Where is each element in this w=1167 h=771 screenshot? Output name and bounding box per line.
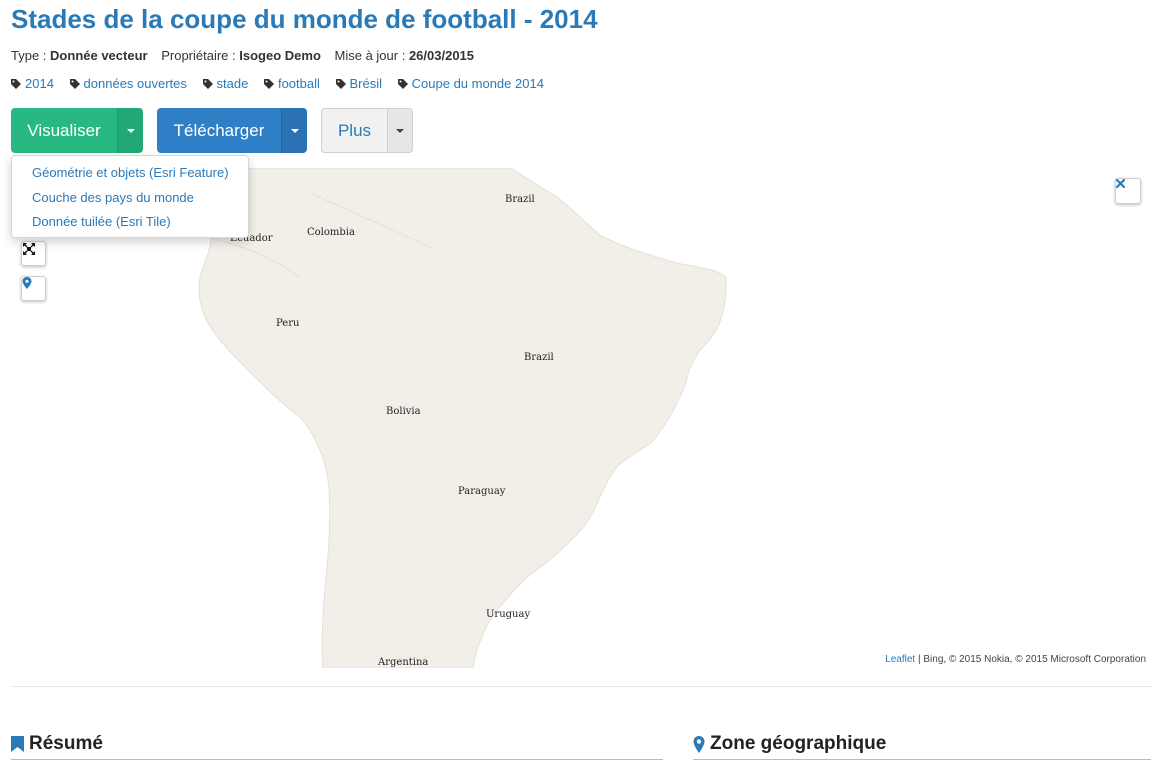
map-label-uruguay: Uruguay (486, 609, 531, 620)
visualize-dropdown-menu: Géométrie et objets (Esri Feature) Couch… (11, 155, 249, 238)
tag-list: 2014 données ouvertes stade football Bré… (11, 76, 556, 92)
updated-value: 26/03/2015 (408, 48, 475, 63)
tag-label: Brésil (349, 76, 383, 91)
tag-item[interactable]: données ouvertes (69, 76, 187, 92)
map-label-brazil-north: Brazil (505, 194, 535, 205)
map-label-colombia: Colombia (307, 227, 355, 238)
chevron-down-icon (126, 128, 135, 133)
tag-icon (202, 77, 213, 92)
tag-item[interactable]: Coupe du monde 2014 (397, 76, 544, 92)
map-label-argentina: Argentina (378, 657, 429, 668)
map-label-brazil: Brazil (524, 352, 554, 363)
more-dropdown-toggle[interactable] (387, 108, 413, 153)
fullscreen-button[interactable] (21, 241, 46, 266)
chevron-down-icon (290, 128, 299, 133)
tag-item[interactable]: 2014 (11, 76, 54, 92)
tag-icon (263, 77, 274, 92)
map-attribution: Leaflet | Bing, © 2015 Nokia, © 2015 Mic… (885, 654, 1146, 665)
download-dropdown-toggle[interactable] (281, 108, 307, 153)
map-label-bolivia: Bolivia (386, 406, 421, 417)
download-button[interactable]: Télécharger (157, 108, 281, 153)
owner-label: Propriétaire : (161, 48, 236, 63)
map-label-peru: Peru (276, 318, 300, 329)
locate-button[interactable] (21, 276, 46, 301)
attribution-text: | Bing, © 2015 Nokia, © 2015 Microsoft C… (915, 654, 1146, 665)
tag-icon (397, 77, 408, 92)
map-label-paraguay: Paraguay (458, 486, 506, 497)
type-value: Donnée vecteur (50, 48, 148, 63)
page-title: Stades de la coupe du monde de football … (11, 4, 598, 34)
geo-zone-section-header: Zone géographique (693, 733, 1151, 760)
divider (11, 686, 1151, 687)
summary-section-header: Résumé (11, 733, 663, 760)
map-marker-icon (693, 735, 705, 753)
tag-label: 2014 (25, 76, 54, 91)
map-view[interactable]: Brazil Colombia Ecuador Peru Brazil Boli… (11, 168, 1151, 668)
geo-zone-heading: Zone géographique (710, 733, 887, 754)
visualize-dropdown-toggle[interactable] (117, 108, 143, 153)
chevron-down-icon (396, 128, 404, 133)
tag-item[interactable]: football (263, 76, 320, 92)
tag-item[interactable]: Brésil (335, 76, 383, 92)
summary-heading: Résumé (29, 733, 103, 754)
more-button-group: Plus (321, 108, 413, 153)
leaflet-link[interactable]: Leaflet (885, 654, 915, 665)
download-button-group: Télécharger (157, 108, 307, 153)
tag-icon (69, 77, 80, 92)
metadata-line: Type : Donnée vecteur Propriétaire : Iso… (11, 48, 474, 63)
map-marker-icon (22, 277, 32, 289)
tag-label: stade (216, 76, 249, 91)
bookmark-icon (11, 736, 24, 752)
tag-label: données ouvertes (83, 76, 187, 91)
type-label: Type : (11, 48, 47, 63)
tag-icon (11, 77, 21, 92)
map-land (198, 168, 727, 668)
close-icon (1116, 179, 1125, 188)
tag-label: football (277, 76, 320, 91)
visualize-button[interactable]: Visualiser (11, 108, 117, 153)
tag-label: Coupe du monde 2014 (411, 76, 544, 91)
menu-item-esri-tile[interactable]: Donnée tuilée (Esri Tile) (32, 214, 171, 229)
owner-value: Isogeo Demo (239, 48, 321, 63)
tag-item[interactable]: stade (202, 76, 249, 92)
close-map-button[interactable] (1115, 178, 1141, 204)
visualize-button-group: Visualiser (11, 108, 143, 153)
fullscreen-icon (23, 243, 35, 255)
menu-item-world-countries[interactable]: Couche des pays du monde (32, 190, 194, 205)
menu-item-esri-feature[interactable]: Géométrie et objets (Esri Feature) (32, 165, 229, 180)
tag-icon (335, 77, 346, 92)
updated-label: Mise à jour : (334, 48, 406, 63)
more-button[interactable]: Plus (321, 108, 387, 153)
